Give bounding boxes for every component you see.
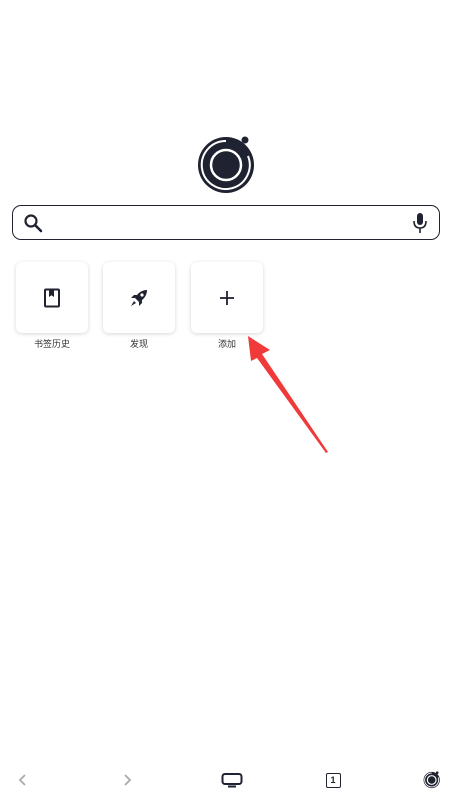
forward-button[interactable] (115, 768, 139, 792)
app-logo-icon (423, 771, 440, 789)
search-input[interactable] (53, 210, 417, 237)
back-icon (18, 774, 26, 786)
shortcut-tile[interactable] (191, 262, 263, 333)
shortcut-label: 发现 (129, 340, 148, 350)
shortcut-tile[interactable] (103, 262, 175, 333)
tabs-button[interactable]: 1 (321, 768, 345, 792)
bottom-toolbar: 1 (0, 762, 454, 796)
shortcut-discover[interactable]: 发现 (101, 262, 177, 351)
tab-count-badge: 1 (325, 772, 341, 788)
shortcut-bookmarks-history[interactable]: 书签历史 (14, 262, 90, 351)
rocket-icon (131, 289, 147, 306)
app-logo (196, 134, 258, 196)
microphone-icon[interactable] (410, 212, 430, 234)
menu-button[interactable] (420, 768, 444, 792)
tv-icon (221, 773, 243, 788)
search-icon[interactable] (23, 213, 43, 233)
annotation-arrow-icon (248, 336, 328, 453)
plus-icon (220, 290, 234, 305)
search-bar[interactable] (12, 205, 440, 240)
tv-button[interactable] (220, 768, 244, 792)
back-button[interactable] (11, 768, 35, 792)
shortcut-label: 书签历史 (33, 340, 70, 350)
shortcut-tile[interactable] (16, 262, 88, 333)
bookmark-icon (44, 288, 60, 307)
app-logo-icon (198, 136, 254, 193)
forward-icon (124, 774, 132, 786)
